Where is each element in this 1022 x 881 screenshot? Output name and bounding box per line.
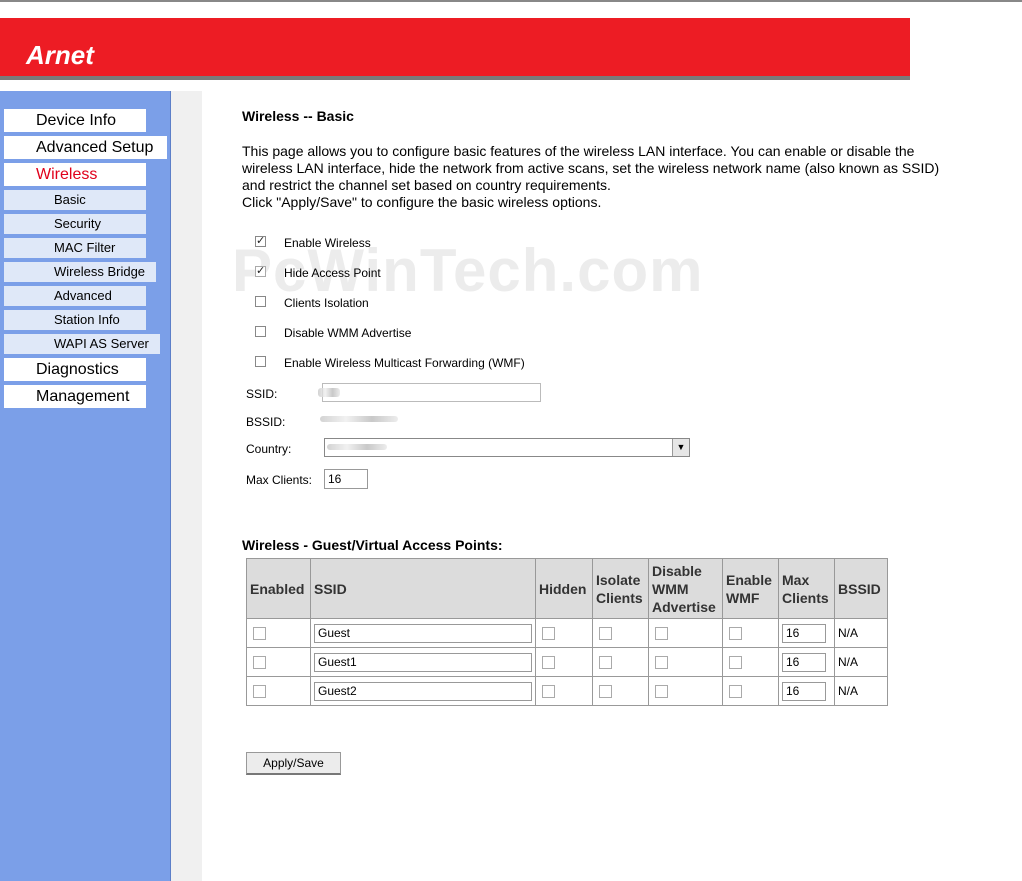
header-enable-wmf: Enable WMF <box>722 558 779 619</box>
hide-access-point-checkbox[interactable] <box>255 263 266 279</box>
guest1-isolate-checkbox[interactable] <box>599 656 612 670</box>
window-top-border <box>0 0 1022 2</box>
sidebar-item-mac-filter[interactable]: MAC Filter <box>4 238 146 258</box>
guest2-disable-wmm-checkbox[interactable] <box>655 685 668 699</box>
sidebar-item-diagnostics[interactable]: Diagnostics <box>4 358 146 381</box>
disable-wmm-advertise-label: Disable WMM Advertise <box>284 326 412 340</box>
ssid-redaction <box>318 388 340 397</box>
page-title: Wireless -- Basic <box>242 108 354 124</box>
page-description: This page allows you to configure basic … <box>242 143 962 211</box>
sidebar-item-wapi-as-server[interactable]: WAPI AS Server <box>4 334 160 354</box>
bssid-label: BSSID: <box>246 415 286 429</box>
guest1-bssid-value: N/A <box>834 647 888 677</box>
table-row: N/A <box>246 647 888 677</box>
clients-isolation-label: Clients Isolation <box>284 296 369 310</box>
header-max-clients: Max Clients <box>778 558 835 619</box>
guest-ssid-input[interactable] <box>314 623 532 643</box>
sidebar-gutter <box>171 91 202 881</box>
brand-header: Arnet <box>0 18 910 80</box>
sidebar-item-wireless[interactable]: Wireless <box>4 163 146 186</box>
country-label: Country: <box>246 442 292 456</box>
guest-disable-wmm-checkbox[interactable] <box>655 627 668 641</box>
sidebar-item-security[interactable]: Security <box>4 214 146 234</box>
guest1-ssid-input[interactable] <box>314 652 532 672</box>
sidebar-item-device-info[interactable]: Device Info <box>4 109 146 132</box>
guest-enable-wmf-checkbox[interactable] <box>729 627 742 641</box>
instruction-text: Click "Apply/Save" to configure the basi… <box>242 194 602 210</box>
max-clients-label: Max Clients: <box>246 473 313 487</box>
header-enabled: Enabled <box>246 558 311 619</box>
guest2-max-clients-input[interactable] <box>782 681 826 701</box>
sidebar-item-station-info[interactable]: Station Info <box>4 310 146 330</box>
arnet-logo: Arnet <box>26 40 94 70</box>
enable-wireless-checkbox[interactable] <box>255 233 266 249</box>
guest-isolate-checkbox[interactable] <box>599 627 612 641</box>
header-hidden: Hidden <box>535 558 593 619</box>
guest1-enabled-checkbox[interactable] <box>253 656 266 670</box>
bssid-redaction <box>320 416 398 422</box>
guest2-enabled-checkbox[interactable] <box>253 685 266 699</box>
guest2-ssid-input[interactable] <box>314 681 532 701</box>
table-row: N/A <box>246 676 888 706</box>
header-disable-wmm-advertise: Disable WMM Advertise <box>648 558 723 619</box>
guest1-max-clients-input[interactable] <box>782 652 826 672</box>
guest1-disable-wmm-checkbox[interactable] <box>655 656 668 670</box>
enable-wmf-checkbox[interactable] <box>255 356 266 367</box>
sidebar-item-advanced-setup[interactable]: Advanced Setup <box>4 136 167 159</box>
description-text: This page allows you to configure basic … <box>242 143 940 193</box>
ssid-input[interactable] <box>322 383 541 402</box>
guest2-bssid-value: N/A <box>834 676 888 706</box>
country-redaction <box>327 444 387 450</box>
sidebar-item-basic[interactable]: Basic <box>4 190 146 210</box>
guest2-hidden-checkbox[interactable] <box>542 685 555 699</box>
guest-hidden-checkbox[interactable] <box>542 627 555 641</box>
guest-enabled-checkbox[interactable] <box>253 627 266 641</box>
guest2-enable-wmf-checkbox[interactable] <box>729 685 742 699</box>
sidebar-item-management[interactable]: Management <box>4 385 146 408</box>
guest-ap-title: Wireless - Guest/Virtual Access Points: <box>242 537 503 553</box>
clients-isolation-checkbox[interactable] <box>255 296 266 307</box>
ssid-label: SSID: <box>246 387 278 401</box>
sidebar-item-wireless-bridge[interactable]: Wireless Bridge <box>4 262 156 282</box>
header-isolate-clients: Isolate Clients <box>592 558 649 619</box>
guest-bssid-value: N/A <box>834 618 888 648</box>
disable-wmm-advertise-checkbox[interactable] <box>255 326 266 337</box>
guest1-hidden-checkbox[interactable] <box>542 656 555 670</box>
guest2-isolate-checkbox[interactable] <box>599 685 612 699</box>
enable-wmf-label: Enable Wireless Multicast Forwarding (WM… <box>284 356 525 370</box>
hide-access-point-label: Hide Access Point <box>284 266 381 280</box>
table-header-row: Enabled SSID Hidden Isolate Clients Disa… <box>246 558 888 619</box>
enable-wireless-label: Enable Wireless <box>284 236 371 250</box>
guest1-enable-wmf-checkbox[interactable] <box>729 656 742 670</box>
sidebar-item-advanced[interactable]: Advanced <box>4 286 146 306</box>
guest-ap-table: Enabled SSID Hidden Isolate Clients Disa… <box>246 558 888 706</box>
chevron-down-icon[interactable]: ▼ <box>672 439 689 456</box>
header-ssid: SSID <box>310 558 536 619</box>
max-clients-input[interactable] <box>324 469 368 489</box>
country-select[interactable]: ▼ <box>324 438 690 457</box>
header-bssid: BSSID <box>834 558 888 619</box>
guest-max-clients-input[interactable] <box>782 623 826 643</box>
apply-save-button[interactable]: Apply/Save <box>246 752 341 775</box>
table-row: N/A <box>246 618 888 648</box>
